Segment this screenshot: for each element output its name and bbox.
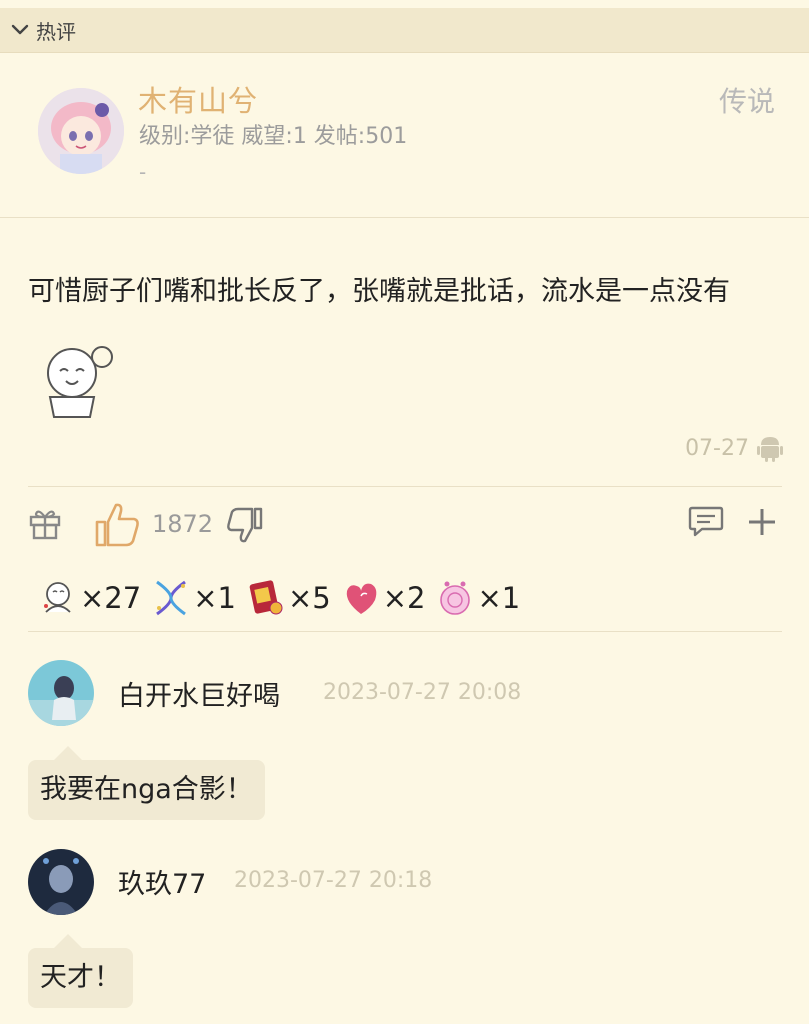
reaction-count: ×27 — [80, 581, 142, 615]
thumbs-up-icon[interactable] — [94, 500, 140, 548]
like-count: 1872 — [152, 510, 214, 538]
post-content: 可惜厨子们嘴和批长反了，张嘴就是批话，流水是一点没有 — [28, 250, 788, 419]
android-icon — [757, 437, 783, 462]
reply-text: 天才！ — [40, 962, 121, 993]
gift-icon[interactable] — [28, 506, 62, 540]
reply-bubble: 天才！ — [28, 934, 133, 1008]
reaction-count: ×1 — [477, 581, 521, 615]
pink-heart-icon — [346, 583, 377, 614]
post-action-bar: 1872 — [28, 500, 780, 548]
reply-text: 我要在nga合影！ — [40, 774, 253, 805]
thumbs-down-icon[interactable] — [226, 506, 264, 544]
reaction-item[interactable]: ×1 — [151, 578, 236, 618]
section-title: 热评 — [36, 19, 76, 44]
author-meta: 级别:学徒 威望:1 发帖:501 — [139, 124, 408, 149]
reply-author[interactable]: 玖玖77 — [118, 862, 206, 901]
chevron-down-icon[interactable] — [10, 20, 30, 40]
comment-icon[interactable] — [688, 504, 724, 538]
plus-icon[interactable] — [746, 506, 778, 538]
divider — [28, 631, 782, 632]
red-book-icon — [249, 580, 283, 615]
author-extra: - — [139, 160, 147, 184]
post-date: 07-27 — [685, 435, 749, 461]
reaction-item[interactable]: ×5 — [246, 578, 331, 618]
reply-time: 2023-07-27 20:18 — [234, 868, 433, 893]
post-text: 可惜厨子们嘴和批长反了，张嘴就是批话，流水是一点没有 — [28, 276, 730, 307]
sticker-emoji-icon — [47, 345, 113, 418]
post-date-row: 07-27 — [685, 434, 783, 462]
author-name[interactable]: 木有山兮 — [138, 78, 258, 120]
reaction-list: ×27 ×1 ×5 ×2 ×1 — [38, 578, 530, 618]
reaction-count: ×5 — [287, 581, 331, 615]
doodle-face-icon — [44, 582, 71, 613]
reaction-count: ×2 — [382, 581, 426, 615]
reaction-item[interactable]: ×2 — [341, 578, 426, 618]
reaction-item[interactable]: ×1 — [435, 578, 520, 618]
reply-bubble: 我要在nga合影！ — [28, 746, 265, 820]
reply-avatar[interactable] — [28, 660, 94, 726]
divider — [28, 486, 782, 487]
author-rank: 传说 — [718, 85, 775, 118]
dna-helix-icon — [156, 580, 187, 616]
section-header[interactable]: 热评 — [0, 8, 809, 53]
reply-time: 2023-07-27 20:08 — [323, 680, 522, 705]
reaction-item[interactable]: ×27 — [38, 578, 141, 618]
reaction-count: ×1 — [193, 581, 236, 615]
divider — [0, 217, 809, 218]
author-avatar[interactable] — [38, 88, 124, 174]
reply-author[interactable]: 白开水巨好喝 — [118, 674, 280, 713]
reply-avatar[interactable] — [28, 849, 94, 915]
pink-orb-icon — [440, 581, 471, 615]
